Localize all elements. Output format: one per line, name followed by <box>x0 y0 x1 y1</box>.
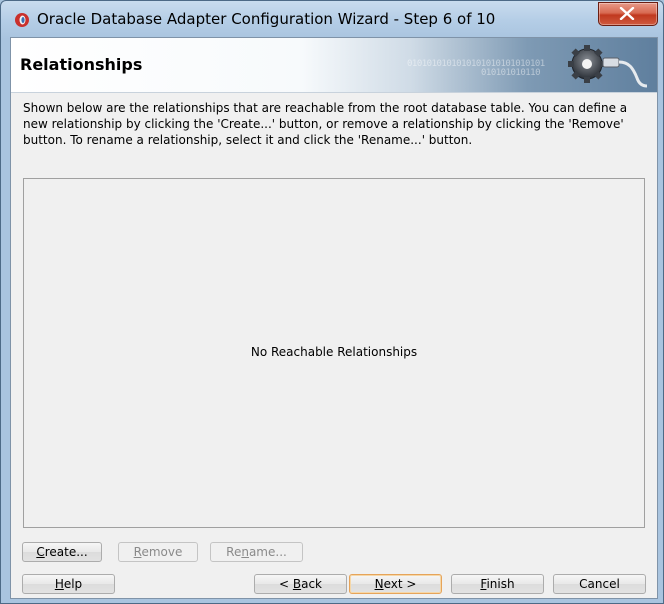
step-description: Shown below are the relationships that a… <box>23 101 628 147</box>
cancel-label: Cancel <box>579 577 620 591</box>
back-mnemonic: B <box>292 577 302 591</box>
rename-label: ame... <box>248 545 287 559</box>
gear-plug-icon <box>568 45 648 88</box>
cancel-button[interactable]: Cancel <box>553 574 646 594</box>
back-label: ack <box>301 577 322 591</box>
wizard-window: Oracle Database Adapter Configuration Wi… <box>0 0 664 604</box>
binary-decoration-2: 010101010110 <box>481 68 541 78</box>
rename-label-pre: Re <box>226 545 242 559</box>
wizard-client-area: Relationships 01010101010101010101010101… <box>10 37 658 599</box>
empty-relationships-message: No Reachable Relationships <box>250 345 418 359</box>
close-window-button[interactable] <box>598 2 658 26</box>
create-mnemonic: C <box>36 545 45 559</box>
close-icon <box>619 7 635 20</box>
finish-label: inish <box>486 577 515 591</box>
finish-button[interactable]: Finish <box>451 574 544 594</box>
rename-button[interactable]: Rename... <box>210 542 303 562</box>
help-button[interactable]: Help <box>22 574 115 594</box>
back-button[interactable]: < Back <box>254 574 347 594</box>
oracle-app-icon <box>15 13 29 27</box>
title-bar[interactable]: Oracle Database Adapter Configuration Wi… <box>1 1 663 37</box>
relationships-list[interactable]: No Reachable Relationships <box>23 178 645 528</box>
help-label: elp <box>63 577 83 591</box>
create-label: reate... <box>44 545 88 559</box>
back-label-pre: < <box>278 577 293 591</box>
remove-label: emove <box>141 545 183 559</box>
next-mnemonic: N <box>374 577 384 591</box>
window-title: Oracle Database Adapter Configuration Wi… <box>37 10 496 28</box>
create-button[interactable]: Create... <box>22 542 102 562</box>
next-button[interactable]: Next > <box>349 574 442 594</box>
step-banner: Relationships 01010101010101010101010101… <box>11 38 657 93</box>
help-mnemonic: H <box>54 577 64 591</box>
rename-mnemonic: n <box>241 545 249 559</box>
remove-button[interactable]: Remove <box>118 542 198 562</box>
step-title: Relationships <box>20 55 143 74</box>
next-label: ext > <box>383 577 417 591</box>
